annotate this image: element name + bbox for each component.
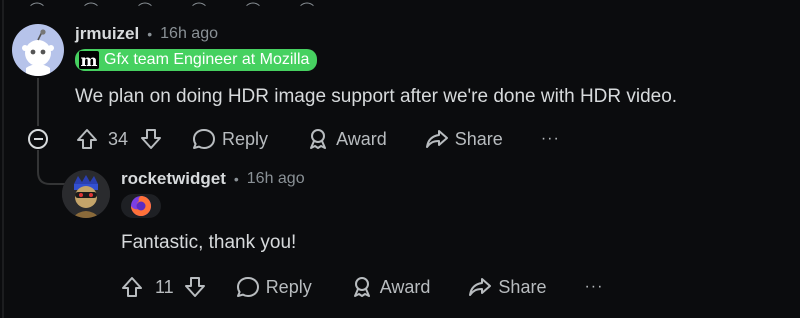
minus-icon: [33, 138, 43, 140]
firefox-icon: [131, 196, 151, 216]
share-icon: [469, 278, 492, 296]
timestamp[interactable]: 16h ago: [160, 25, 218, 43]
comment-header: rocketwidget • 16h ago: [121, 167, 305, 191]
comment-actions: 11 Reply Award Share ···: [121, 272, 641, 302]
upvote-button[interactable]: [76, 128, 98, 150]
mozilla-logo-icon: m: [79, 50, 99, 70]
collapse-thread-button[interactable]: [28, 129, 48, 149]
comment-body: Fantastic, thank you!: [121, 232, 297, 253]
award-label: Award: [379, 276, 431, 297]
award-button[interactable]: Award: [306, 128, 387, 150]
username[interactable]: rocketwidget: [121, 169, 226, 189]
avatar[interactable]: [62, 170, 110, 218]
snoo-avatar-icon: [62, 170, 110, 218]
comment-actions: 34 Reply Award Share ···: [76, 124, 596, 154]
timestamp[interactable]: 16h ago: [247, 170, 305, 188]
upvote-icon: [122, 277, 142, 297]
award-icon: [353, 277, 370, 297]
more-options-button[interactable]: ···: [541, 130, 560, 148]
clipped-icon: ︵: [84, 0, 98, 8]
comment-header: jrmuizel • 16h ago: [75, 22, 218, 46]
award-label: Award: [336, 128, 387, 149]
upvote-icon: [77, 129, 97, 149]
award-icon: [310, 129, 327, 149]
clipped-icon: ︵: [192, 0, 206, 8]
share-icon: [425, 130, 448, 148]
downvote-button[interactable]: [140, 128, 162, 150]
more-icon: ···: [540, 130, 560, 147]
clipped-icon: ︵: [246, 0, 260, 8]
share-label: Share: [498, 276, 547, 297]
snoo-avatar-icon: [22, 29, 54, 76]
reply-label: Reply: [222, 128, 269, 149]
share-button[interactable]: Share: [468, 276, 546, 298]
reply-button[interactable]: Reply: [236, 276, 312, 298]
clipped-icon: ︵: [300, 0, 314, 8]
previous-comment-actions: ︵ ︵ ︵ ︵ ︵ ︵: [30, 0, 314, 8]
downvote-button[interactable]: [184, 276, 206, 298]
flair-text: Gfx team Engineer at Mozilla: [104, 51, 310, 68]
thread-connector: [37, 150, 66, 185]
separator-dot: •: [147, 26, 153, 42]
share-button[interactable]: Share: [425, 128, 503, 150]
downvote-icon: [184, 277, 205, 297]
reply-button[interactable]: Reply: [192, 128, 268, 150]
clipped-icon: ︵: [30, 0, 44, 8]
more-options-button[interactable]: ···: [584, 278, 603, 296]
downvote-icon: [141, 129, 162, 149]
vote-count: 11: [155, 276, 174, 297]
comment-bubble-icon: [193, 129, 216, 149]
upvote-button[interactable]: [121, 276, 143, 298]
username[interactable]: jrmuizel: [75, 24, 139, 44]
comment-body: We plan on doing HDR image support after…: [75, 86, 678, 107]
award-button[interactable]: Award: [350, 276, 431, 298]
separator-dot: •: [233, 171, 239, 187]
user-badge: [121, 194, 161, 218]
thread-line[interactable]: [2, 0, 4, 318]
user-flair: m Gfx team Engineer at Mozilla: [75, 49, 318, 71]
clipped-icon: ︵: [138, 0, 152, 8]
comment-bubble-icon: [236, 277, 259, 297]
avatar[interactable]: [12, 24, 64, 76]
share-label: Share: [454, 128, 503, 149]
more-icon: ···: [584, 278, 604, 295]
reply-label: Reply: [265, 276, 312, 297]
thread-line[interactable]: [37, 78, 39, 126]
vote-count: 34: [108, 128, 129, 149]
